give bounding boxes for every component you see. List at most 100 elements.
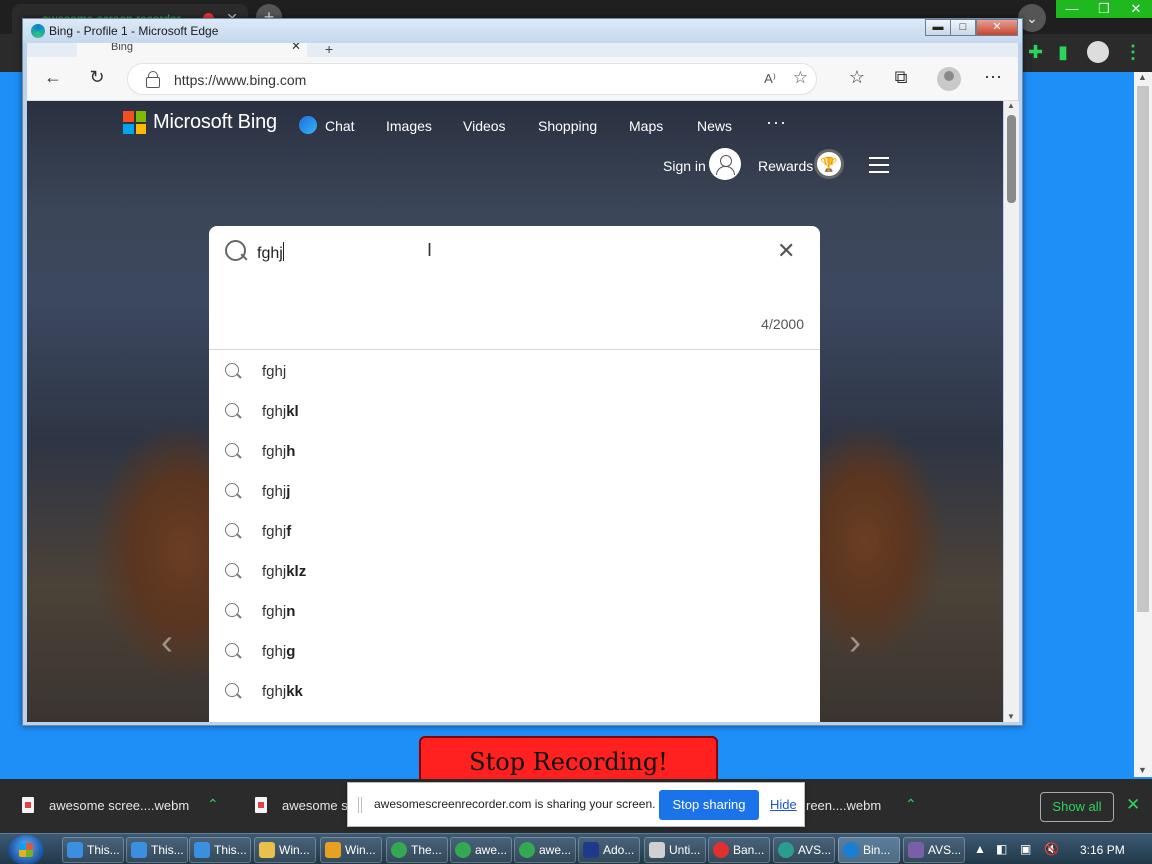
edge-scroll-thumb[interactable] — [1007, 115, 1016, 203]
show-all-downloads-button[interactable]: Show all — [1040, 792, 1114, 822]
search-icon — [225, 483, 243, 501]
edge-minimize-button[interactable]: ▬ — [925, 19, 951, 36]
volume-muted-icon[interactable]: 🔇 — [1044, 842, 1059, 856]
favorites-icon[interactable]: ☆ — [845, 67, 869, 88]
outer-menu-kebab-icon[interactable]: ⋮ — [1124, 42, 1142, 63]
network-icon[interactable]: ▣ — [1020, 842, 1031, 856]
suggestion-item[interactable]: fghj — [209, 351, 820, 391]
taskbar-item[interactable]: awe... — [514, 837, 576, 863]
nav-videos[interactable]: Videos — [463, 118, 506, 134]
download-item[interactable]: awesome sc — [282, 798, 354, 813]
taskbar-item[interactable]: Bin... — [838, 837, 900, 863]
lock-icon[interactable] — [146, 71, 160, 88]
bing-logo[interactable]: Microsoft Bing — [123, 111, 277, 134]
tray-app-icon[interactable]: ◧ — [996, 842, 1007, 856]
stop-recording-button[interactable]: Stop Recording! — [419, 736, 718, 784]
edge-tab-bing[interactable]: Bing ✕ — [77, 43, 307, 57]
refresh-icon[interactable]: ↻ — [85, 67, 109, 88]
nav-news[interactable]: News — [697, 118, 732, 134]
carousel-next-icon[interactable]: › — [849, 621, 861, 663]
outer-restore-button[interactable]: ❐ — [1088, 0, 1120, 18]
taskbar-item[interactable]: This... — [126, 837, 188, 863]
outer-scroll-up-icon[interactable]: ▲ — [1138, 72, 1147, 82]
ie-icon — [131, 842, 147, 858]
nav-images[interactable]: Images — [386, 118, 432, 134]
suggestion-suffix: j — [286, 483, 291, 500]
edge-tabstrip: Bing ✕ + — [27, 43, 1018, 57]
sidebar-toggle-icon[interactable]: ▮ — [1058, 42, 1068, 63]
chat-icon[interactable] — [299, 116, 317, 134]
nav-chat[interactable]: Chat — [325, 118, 355, 134]
carousel-prev-icon[interactable]: ‹ — [161, 621, 173, 663]
stop-sharing-button[interactable]: Stop sharing — [659, 790, 759, 820]
avs-icon — [778, 842, 794, 858]
suggestion-item[interactable]: fghjj — [209, 471, 820, 511]
nav-maps[interactable]: Maps — [629, 118, 663, 134]
address-bar-url[interactable]: https://www.bing.com — [174, 72, 306, 88]
close-downloads-icon[interactable]: ✕ — [1126, 795, 1140, 815]
sign-in-link[interactable]: Sign in — [663, 158, 706, 174]
edge-tab-title: Bing — [111, 43, 134, 53]
settings-more-icon[interactable]: ⋯ — [981, 67, 1005, 88]
clear-search-icon[interactable]: ✕ — [777, 238, 795, 264]
edge-maximize-button[interactable]: □ — [950, 19, 976, 36]
rewards-trophy-icon[interactable]: 🏆 — [814, 149, 844, 179]
edge-scroll-down-icon[interactable]: ▼ — [1007, 712, 1015, 721]
suggestion-item[interactable]: fghjh — [209, 431, 820, 471]
hamburger-menu-icon[interactable] — [869, 157, 889, 178]
search-icon[interactable] — [225, 240, 249, 264]
search-box[interactable]: fghj I ✕ 4/2000 — [209, 226, 820, 350]
taskbar-clock[interactable]: 3:16 PM — [1080, 843, 1125, 857]
edge-page-scrollbar[interactable]: ▲ ▼ — [1004, 101, 1019, 722]
edge-titlebar[interactable]: Bing - Profile 1 - Microsoft Edge ▬ □ ✕ — [23, 19, 1022, 43]
taskbar-item[interactable]: The... — [386, 837, 448, 863]
outer-scroll-thumb[interactable] — [1137, 86, 1149, 612]
extensions-puzzle-icon[interactable]: ✚ — [1028, 42, 1043, 63]
download-chevron-icon[interactable]: ⌃ — [905, 796, 917, 813]
edge-new-tab-button[interactable]: + — [325, 43, 333, 57]
outer-minimize-button[interactable]: — — [1056, 0, 1088, 18]
taskbar-item[interactable]: AVS... — [903, 837, 965, 863]
tray-expand-icon[interactable]: ▲ — [974, 842, 986, 856]
edge-logo-icon — [31, 24, 45, 38]
taskbar-item[interactable]: This... — [189, 837, 251, 863]
edge-close-button[interactable]: ✕ — [976, 19, 1018, 36]
back-arrow-icon[interactable]: ← — [41, 67, 65, 88]
outer-scroll-down-icon[interactable]: ▼ — [1138, 765, 1147, 775]
suggestion-item[interactable]: fghjkl — [209, 391, 820, 431]
download-item[interactable]: awesome scree....webm — [49, 798, 189, 813]
taskbar-item[interactable]: awe... — [450, 837, 512, 863]
collections-icon[interactable]: ⧉ — [889, 67, 913, 88]
address-bar[interactable]: https://www.bing.com A⁾ ☆ — [127, 63, 817, 95]
search-input[interactable]: fghj — [257, 242, 284, 263]
taskbar-item[interactable]: Unti... — [644, 837, 706, 863]
suggestion-item[interactable]: fghjklz — [209, 551, 820, 591]
edge-profile-avatar[interactable] — [937, 67, 961, 91]
taskbar-item[interactable]: Ban... — [708, 837, 770, 863]
download-chevron-icon[interactable]: ⌃ — [207, 796, 219, 813]
outer-close-button[interactable]: ✕ — [1120, 0, 1152, 18]
suggestion-item[interactable]: fghjf — [209, 511, 820, 551]
user-icon[interactable] — [709, 148, 741, 180]
suggestion-item[interactable]: fghjn — [209, 591, 820, 631]
taskbar-item[interactable]: Ado... — [578, 837, 640, 863]
edge-tab-close-icon[interactable]: ✕ — [291, 43, 301, 52]
start-button[interactable] — [8, 835, 44, 864]
drag-handle-icon[interactable] — [358, 797, 362, 813]
download-item[interactable]: reen....webm — [806, 798, 881, 813]
taskbar-item[interactable]: AVS... — [773, 837, 835, 863]
read-aloud-icon[interactable]: A⁾ — [764, 71, 776, 87]
taskbar-item[interactable]: This... — [62, 837, 124, 863]
edge-scroll-up-icon[interactable]: ▲ — [1007, 101, 1015, 110]
more-dots-icon[interactable]: ··· — [766, 112, 787, 133]
hide-link[interactable]: Hide — [770, 797, 797, 812]
taskbar-item[interactable]: Win... — [254, 837, 316, 863]
nav-shopping[interactable]: Shopping — [538, 118, 597, 134]
outer-profile-avatar[interactable] — [1087, 41, 1109, 63]
rewards-link[interactable]: Rewards — [758, 158, 813, 174]
outer-page-scrollbar[interactable]: ▲ ▼ — [1134, 72, 1152, 777]
suggestion-item[interactable]: fghjg — [209, 631, 820, 671]
taskbar-item[interactable]: Win... — [320, 837, 382, 863]
suggestion-item[interactable]: fghjkk — [209, 671, 820, 711]
add-favorite-star-icon[interactable]: ☆ — [793, 68, 808, 88]
